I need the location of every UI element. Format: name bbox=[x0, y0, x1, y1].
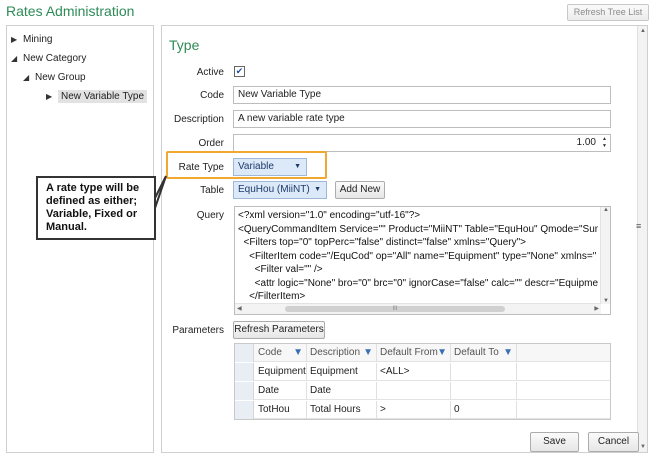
scroll-up-icon[interactable]: ▲ bbox=[638, 26, 648, 36]
order-stepper[interactable]: 1.00 ▲ ▼ bbox=[233, 134, 611, 152]
tree-item-mining[interactable]: ▶ Mining bbox=[11, 32, 52, 48]
column-header-description[interactable]: Description ▼ bbox=[307, 344, 377, 362]
filter-icon: ▼ bbox=[437, 347, 447, 358]
order-label: Order bbox=[198, 138, 224, 149]
form-heading: Type bbox=[169, 37, 200, 53]
tree-item-new-group[interactable]: ◢ New Group bbox=[23, 70, 86, 86]
description-label: Description bbox=[173, 114, 224, 125]
tree-item-new-category[interactable]: ◢ New Category bbox=[11, 51, 86, 67]
cell-default-to[interactable] bbox=[451, 382, 517, 400]
expand-arrow-icon[interactable]: ▶ bbox=[11, 32, 23, 48]
column-header-default-from[interactable]: Default From ▼ bbox=[377, 344, 451, 362]
scroll-down-icon[interactable]: ▼ bbox=[638, 442, 648, 452]
code-field[interactable]: New Variable Type bbox=[233, 86, 611, 104]
scroll-down-icon[interactable]: ▼ bbox=[601, 298, 611, 304]
filter-icon: ▼ bbox=[293, 347, 303, 358]
table-row[interactable]: TotHou Total Hours > 0 bbox=[235, 401, 610, 419]
scroll-right-icon[interactable]: ▶ bbox=[594, 304, 599, 315]
filter-icon: ▼ bbox=[363, 347, 373, 358]
tree-item-label: Mining bbox=[23, 34, 53, 45]
collapse-arrow-icon[interactable]: ◢ bbox=[11, 51, 23, 67]
cell-default-from[interactable]: > bbox=[377, 401, 451, 419]
query-text: <?xml version="1.0" encoding="utf-16"?> <… bbox=[238, 210, 598, 302]
cell-code[interactable]: TotHou bbox=[255, 401, 307, 419]
active-label: Active bbox=[196, 67, 224, 78]
tree-item-new-variable-type[interactable]: ▶ New Variable Type bbox=[46, 89, 148, 105]
cell-default-from[interactable]: <ALL> bbox=[377, 363, 451, 381]
row-header bbox=[235, 363, 254, 381]
save-button[interactable]: Save bbox=[530, 432, 579, 452]
parameters-label: Parameters bbox=[172, 325, 224, 336]
rate-type-value: Variable bbox=[238, 161, 274, 172]
rate-type-dropdown[interactable]: Variable ▼ bbox=[233, 158, 307, 176]
expand-arrow-icon[interactable]: ▶ bbox=[46, 89, 58, 105]
cancel-button[interactable]: Cancel bbox=[588, 432, 639, 452]
rate-type-label: Rate Type bbox=[178, 162, 224, 173]
filter-icon: ▼ bbox=[503, 347, 513, 358]
add-new-button[interactable]: Add New bbox=[335, 181, 385, 199]
refresh-parameters-button[interactable]: Refresh Parameters bbox=[233, 321, 325, 339]
description-field[interactable]: A new variable rate type bbox=[233, 110, 611, 128]
app-title: Rates Administration bbox=[6, 3, 135, 19]
column-header-code[interactable]: Code ▼ bbox=[255, 344, 307, 362]
parameters-table: Code ▼ Description ▼ Default From ▼ Default… bbox=[234, 343, 611, 420]
refresh-tree-list-button[interactable]: Refresh Tree List bbox=[567, 4, 649, 21]
column-header-default-to[interactable]: Default To ▼ bbox=[451, 344, 517, 362]
tree-item-label: New Group bbox=[35, 72, 86, 83]
chevron-down-icon: ▼ bbox=[314, 186, 321, 193]
scroll-grip-icon: ≡ bbox=[636, 221, 642, 231]
cell-description[interactable]: Date bbox=[307, 382, 377, 400]
tree-item-label: New Category bbox=[23, 53, 87, 64]
chevron-down-icon: ▼ bbox=[294, 163, 301, 170]
row-header bbox=[235, 344, 254, 362]
table-header-row: Code ▼ Description ▼ Default From ▼ Default… bbox=[235, 344, 610, 362]
spin-arrows-icon[interactable]: ▲ ▼ bbox=[600, 136, 609, 150]
table-row[interactable]: Date Date bbox=[235, 382, 610, 400]
detail-scrollbar[interactable]: ▲ ▼ bbox=[637, 26, 647, 452]
collapse-arrow-icon[interactable]: ◢ bbox=[23, 70, 35, 86]
code-label: Code bbox=[200, 90, 224, 101]
cell-default-from[interactable] bbox=[377, 382, 451, 400]
cell-code[interactable]: Equipment bbox=[255, 363, 307, 381]
row-header bbox=[235, 382, 254, 400]
cell-description[interactable]: Equipment bbox=[307, 363, 377, 381]
cell-description[interactable]: Total Hours bbox=[307, 401, 377, 419]
table-dropdown[interactable]: EquHou (MiiNT) ▼ bbox=[233, 181, 327, 199]
scroll-left-icon[interactable]: ◀ bbox=[237, 304, 242, 315]
callout-text: A rate type will be defined as either; V… bbox=[36, 176, 156, 240]
row-header bbox=[235, 401, 254, 419]
order-value: 1.00 bbox=[576, 137, 596, 148]
table-value: EquHou (MiiNT) bbox=[238, 184, 310, 195]
scroll-up-icon[interactable]: ▲ bbox=[601, 207, 611, 213]
table-row[interactable]: Equipment Equipment <ALL> bbox=[235, 363, 610, 381]
query-horizontal-scrollbar[interactable]: ◀ III ▶ bbox=[235, 303, 601, 314]
active-checkbox[interactable]: ✔ bbox=[234, 66, 245, 77]
cell-code[interactable]: Date bbox=[255, 382, 307, 400]
query-textarea[interactable]: <?xml version="1.0" encoding="utf-16"?> <… bbox=[234, 206, 611, 315]
cell-default-to[interactable] bbox=[451, 363, 517, 381]
query-vertical-scrollbar[interactable]: ▲ ▼ bbox=[600, 207, 610, 304]
tree-item-label: New Variable Type bbox=[58, 90, 148, 103]
scroll-thumb[interactable]: III bbox=[285, 306, 505, 312]
cell-default-to[interactable]: 0 bbox=[451, 401, 517, 419]
